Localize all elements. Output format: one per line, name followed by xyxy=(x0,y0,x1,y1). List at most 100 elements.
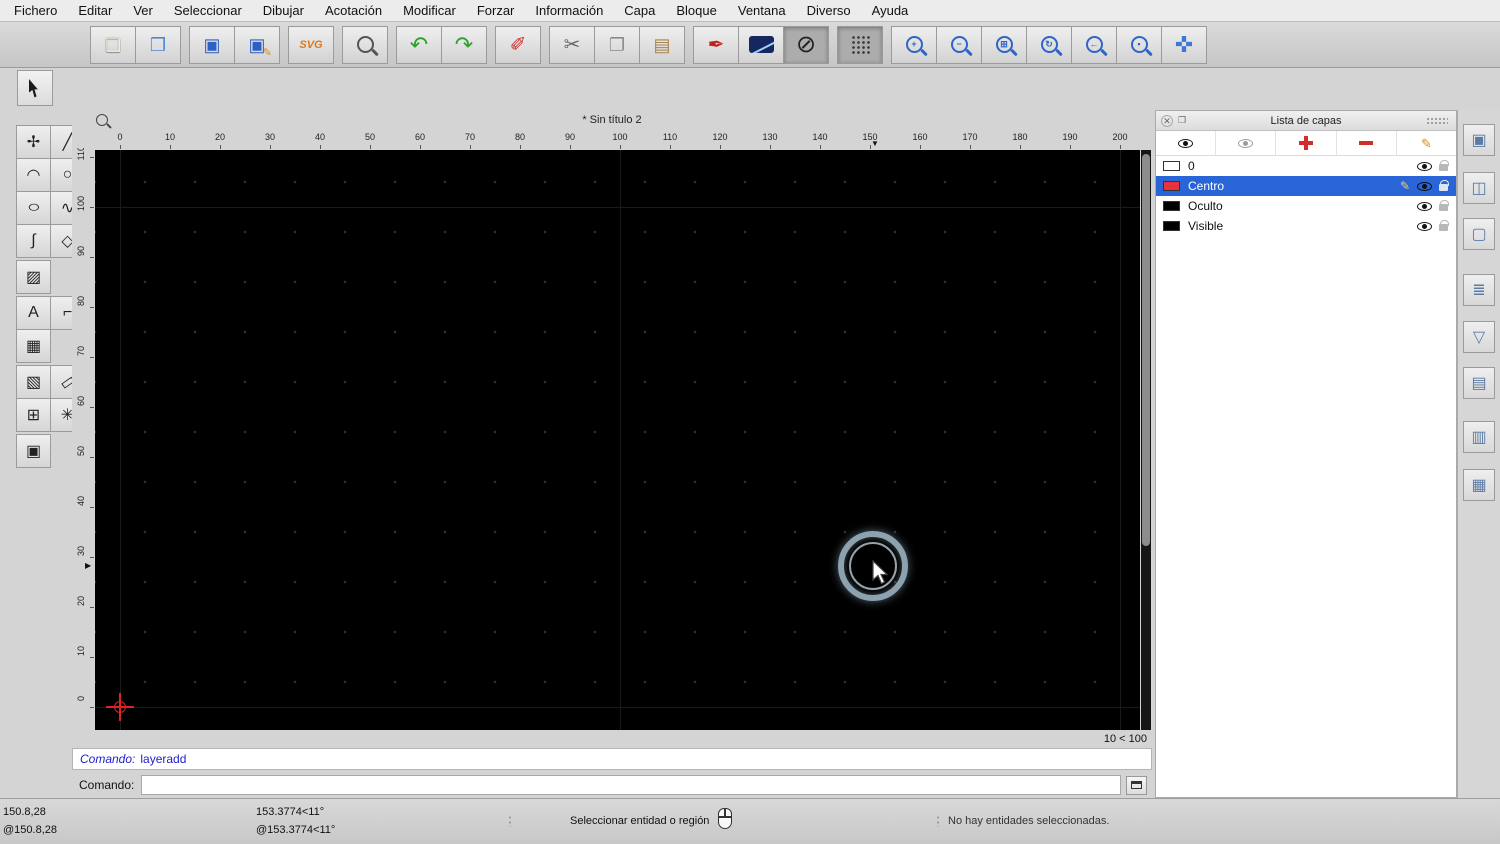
paste-button[interactable]: ▤ xyxy=(639,25,685,64)
hatch-tool-button[interactable]: ▨ xyxy=(16,260,51,294)
layer-edit-icon[interactable]: ✎ xyxy=(1400,180,1410,192)
image-tool-button[interactable]: ▦ xyxy=(16,329,51,363)
hruler-tick xyxy=(370,145,371,149)
menu-dibujar[interactable]: Dibujar xyxy=(263,3,304,18)
command-dock-button[interactable] xyxy=(1126,775,1147,795)
dock-block-list-button[interactable]: ▣ xyxy=(1463,124,1495,156)
grid-toggle-button[interactable] xyxy=(837,25,883,64)
layer-visibility-icon[interactable] xyxy=(1417,161,1432,171)
copy-button[interactable]: ❐ xyxy=(594,25,640,64)
view-zoom-icon[interactable] xyxy=(96,114,108,126)
zoom-window-button[interactable]: ▪ xyxy=(1116,25,1162,64)
undo-button[interactable]: ↶ xyxy=(396,25,442,64)
points-tool-button[interactable]: ✢ xyxy=(16,125,51,159)
panel-drag-grip[interactable] xyxy=(1426,117,1448,125)
dock-command-dock-button[interactable]: ▥ xyxy=(1463,421,1495,453)
ellipse-tool-button[interactable]: ○ xyxy=(16,191,51,225)
layer-row-centro[interactable]: Centro ✎ xyxy=(1156,176,1456,196)
remove-layer-button[interactable] xyxy=(1337,131,1397,155)
selection-status: No hay entidades seleccionadas. xyxy=(948,815,1110,827)
hruler-tick xyxy=(1120,145,1121,149)
edit-layer-button[interactable]: ✎ xyxy=(1397,131,1456,155)
scrollbar-thumb[interactable] xyxy=(1142,154,1150,546)
layer-visibility-icon[interactable] xyxy=(1417,201,1432,211)
menu-ayuda[interactable]: Ayuda xyxy=(872,3,909,18)
layer-color-swatch[interactable] xyxy=(1163,221,1180,231)
layer-row-visible[interactable]: Visible xyxy=(1156,216,1456,236)
grid-toggle-icon xyxy=(850,35,870,54)
pen-attributes-icon: ✒ xyxy=(707,33,725,56)
float-panel-icon[interactable]: ❐ xyxy=(1178,115,1186,126)
command-input[interactable] xyxy=(141,775,1121,795)
isometric-tool-button[interactable]: ▣ xyxy=(16,434,51,468)
dock-filter-button[interactable]: ▽ xyxy=(1463,321,1495,353)
hruler-tick xyxy=(120,145,121,149)
close-panel-icon[interactable]: ✕ xyxy=(1161,115,1173,127)
menu-diverso[interactable]: Diverso xyxy=(807,3,851,18)
menu-modificar[interactable]: Modificar xyxy=(403,3,456,18)
layer-row-0[interactable]: 0 xyxy=(1156,156,1456,176)
redo-icon: ↷ xyxy=(454,31,474,57)
document-title-bar: * Sin título 2 xyxy=(72,110,1152,130)
dock-library-browser-button[interactable]: ◫ xyxy=(1463,172,1495,204)
layer-name: Centro xyxy=(1188,179,1225,193)
dock-layer-list-button[interactable]: ≣ xyxy=(1463,274,1495,306)
show-all-layers-button[interactable] xyxy=(1156,131,1217,155)
layer-color-swatch[interactable] xyxy=(1163,201,1180,211)
vruler-tick xyxy=(90,157,94,158)
layer-visibility-icon[interactable] xyxy=(1417,221,1432,231)
no-fill-button[interactable]: ⊘ xyxy=(783,25,829,64)
modify-tool-button[interactable]: ⊞ xyxy=(16,398,51,432)
layer-lock-icon[interactable] xyxy=(1439,180,1449,191)
dock-page-button[interactable]: ▢ xyxy=(1463,218,1495,250)
select-tool-button[interactable] xyxy=(17,70,53,106)
cad-canvas[interactable] xyxy=(95,150,1140,730)
delete-button[interactable]: ✐ xyxy=(495,25,541,64)
hide-all-layers-button[interactable] xyxy=(1216,131,1277,155)
zoom-previous-button[interactable]: ← xyxy=(1071,25,1117,64)
dock-clipboard-button[interactable]: ▦ xyxy=(1463,469,1495,501)
menu-seleccionar[interactable]: Seleccionar xyxy=(174,3,242,18)
freehand-tool-button[interactable]: ∫ xyxy=(16,224,51,258)
layer-lock-icon[interactable] xyxy=(1439,160,1449,171)
save-button[interactable]: ▣ xyxy=(189,25,235,64)
text-tool-button[interactable]: A xyxy=(16,296,51,330)
layer-visibility-icon[interactable] xyxy=(1417,181,1432,191)
menu-forzar[interactable]: Forzar xyxy=(477,3,515,18)
layer-color-swatch[interactable] xyxy=(1163,161,1180,171)
new-file-button[interactable]: ❏ xyxy=(90,25,136,64)
open-file-button[interactable]: ❒ xyxy=(135,25,181,64)
vruler-label: 70 xyxy=(76,346,86,357)
layer-lock-icon[interactable] xyxy=(1439,200,1449,211)
zoom-in-button[interactable]: + xyxy=(891,25,937,64)
line-attributes-button[interactable] xyxy=(738,25,784,64)
add-layer-button[interactable] xyxy=(1276,131,1337,155)
menu-ventana[interactable]: Ventana xyxy=(738,3,786,18)
pattern-tool-button[interactable]: ▧ xyxy=(16,365,51,399)
pan-button[interactable]: ✜ xyxy=(1161,25,1207,64)
save-as-button[interactable]: ▣ ✎ xyxy=(234,25,280,64)
menu-fichero[interactable]: Fichero xyxy=(14,3,57,18)
dock-properties-button[interactable]: ▤ xyxy=(1463,367,1495,399)
zoom-redraw-button[interactable]: ↻ xyxy=(1026,25,1072,64)
layer-color-swatch[interactable] xyxy=(1163,181,1180,191)
layer-lock-icon[interactable] xyxy=(1439,220,1449,231)
dock-filter-icon: ▽ xyxy=(1472,329,1486,346)
vertical-scrollbar[interactable] xyxy=(1141,150,1151,730)
redo-button[interactable]: ↷ xyxy=(441,25,487,64)
pen-attributes-button[interactable]: ✒ xyxy=(693,25,739,64)
menu-informacion[interactable]: Información xyxy=(535,3,603,18)
print-preview-button[interactable] xyxy=(342,25,388,64)
command-prompt-label: Comando: xyxy=(79,778,135,792)
menu-ver[interactable]: Ver xyxy=(133,3,153,18)
menu-bloque[interactable]: Bloque xyxy=(676,3,716,18)
arc-tool-button[interactable]: ◠ xyxy=(16,158,51,192)
svg-export-button[interactable]: SVG xyxy=(288,25,334,64)
menu-editar[interactable]: Editar xyxy=(78,3,112,18)
cut-button[interactable]: ✂ xyxy=(549,25,595,64)
layer-row-oculto[interactable]: Oculto xyxy=(1156,196,1456,216)
zoom-out-button[interactable]: − xyxy=(936,25,982,64)
menu-capa[interactable]: Capa xyxy=(624,3,655,18)
zoom-auto-button[interactable]: ⊞ xyxy=(981,25,1027,64)
menu-acotacion[interactable]: Acotación xyxy=(325,3,382,18)
